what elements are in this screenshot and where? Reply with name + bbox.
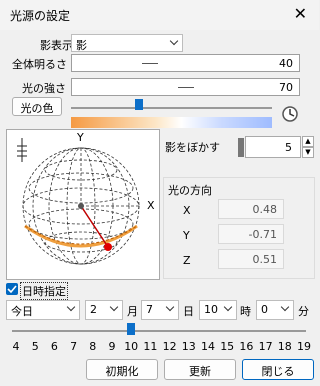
blur-slider-thumb[interactable]	[238, 138, 244, 157]
intensity-label: 光の強さ	[22, 82, 66, 95]
datetime-checkbox-label[interactable]: 日時指定	[20, 282, 68, 300]
month-select[interactable]: 2	[85, 300, 123, 320]
intensity-value: 70	[279, 81, 293, 94]
intensity-thumb	[178, 87, 194, 88]
day-preset-select[interactable]: 今日	[6, 300, 80, 320]
hour-tick-label: 15	[220, 340, 235, 353]
chevron-down-icon	[109, 302, 119, 312]
hour-tick-label: 10	[124, 340, 139, 353]
hour-tick-label: 14	[201, 340, 215, 353]
sphere-x-label: X	[147, 199, 155, 212]
close-icon[interactable]: ✕	[294, 4, 307, 23]
sun-path	[24, 224, 138, 248]
sphere-center	[78, 203, 84, 209]
brightness-label: 全体明るさ	[12, 58, 67, 71]
sphere-y-label: Y	[76, 131, 84, 144]
day-preset-value: 今日	[11, 305, 33, 318]
shadow-select-value: 影	[76, 39, 87, 52]
compass-icon	[17, 138, 27, 162]
direction-y-label: Y	[183, 229, 190, 242]
window-title: 光源の設定	[10, 9, 71, 23]
hour-tick-label: 9	[108, 340, 116, 353]
hour-slider-track[interactable]	[12, 330, 306, 332]
intensity-field[interactable]: 70	[71, 78, 300, 96]
month-value: 2	[90, 303, 97, 316]
direction-z-label: Z	[183, 254, 191, 267]
hour-tick-label: 17	[258, 340, 273, 353]
shadow-select[interactable]: 影	[71, 34, 183, 52]
blur-value: 5	[285, 141, 292, 154]
hour-select[interactable]: 10	[199, 300, 237, 320]
color-temperature-gradient	[71, 117, 272, 128]
clock-icon[interactable]	[280, 105, 300, 123]
color-slider-thumb[interactable]	[135, 99, 143, 110]
chevron-down-icon	[280, 302, 290, 312]
close-button[interactable]: 閉じる	[242, 359, 314, 380]
brightness-value: 40	[279, 57, 293, 70]
light-direction-sphere[interactable]: X Y	[6, 129, 160, 280]
hour-tick-label: 8	[89, 340, 97, 353]
shadow-label: 影表示	[40, 39, 73, 52]
hour-tick-label: 12	[162, 340, 177, 353]
spin-down-icon[interactable]: ▼	[302, 147, 314, 158]
direction-z-value: 0.51	[218, 249, 284, 269]
hour-tick-label: 4	[12, 340, 20, 353]
chevron-down-icon	[223, 302, 233, 312]
light-direction-line	[80, 205, 109, 248]
hour-tick-label: 5	[31, 340, 39, 353]
light-color-button[interactable]: 光の色	[12, 97, 62, 116]
brightness-field[interactable]: 40	[71, 54, 300, 72]
datetime-checkbox[interactable]	[6, 283, 18, 295]
brightness-thumb	[142, 63, 158, 64]
hour-tick-label: 16	[239, 340, 254, 353]
minute-value: 0	[261, 303, 268, 316]
blur-label: 影をぼかす	[165, 141, 220, 154]
direction-x-value: 0.48	[218, 199, 284, 219]
hour-tick-label: 6	[50, 340, 58, 353]
light-handle[interactable]	[104, 243, 112, 251]
hour-slider-thumb[interactable]	[127, 323, 136, 335]
chevron-down-icon	[165, 302, 175, 312]
reset-button[interactable]: 初期化	[86, 359, 158, 380]
update-button[interactable]: 更新	[164, 359, 236, 380]
hour-tick-label: 19	[297, 340, 311, 353]
hour-tick-label: 18	[277, 340, 292, 353]
check-icon	[7, 285, 17, 294]
day-select[interactable]: 7	[141, 300, 179, 320]
month-unit: 月	[127, 305, 138, 318]
hour-slider-ticks: 4 5 6 7 8 9 10 11 12 13 14 15 16 17 18 19	[0, 340, 319, 354]
minute-unit: 分	[298, 305, 309, 318]
hour-tick-label: 11	[143, 340, 158, 353]
hour-tick-label: 7	[70, 340, 78, 353]
direction-title: 光の方向	[168, 184, 212, 197]
day-unit: 日	[183, 305, 194, 318]
day-value: 7	[146, 303, 153, 316]
chevron-down-icon	[169, 36, 179, 46]
direction-y-value: -0.71	[218, 224, 284, 244]
spin-up-icon[interactable]: ▲	[302, 136, 314, 147]
minute-select[interactable]: 0	[256, 300, 294, 320]
direction-x-label: X	[183, 204, 191, 217]
hour-value: 10	[204, 303, 218, 316]
chevron-down-icon	[66, 302, 76, 312]
hour-tick-label: 13	[181, 340, 196, 353]
blur-spinbox[interactable]: 5	[245, 136, 301, 158]
hour-unit: 時	[240, 305, 251, 318]
color-slider-track	[71, 107, 272, 109]
